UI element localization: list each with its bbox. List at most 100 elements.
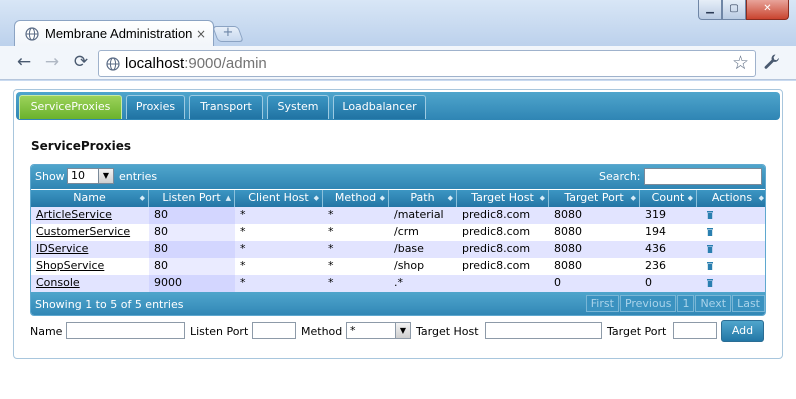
listen-port-cell: 9000: [149, 275, 235, 292]
proxy-name-link[interactable]: ShopService: [36, 259, 104, 272]
chevron-down-icon: ▼: [98, 169, 113, 183]
name-label: Name: [30, 325, 63, 338]
trash-icon[interactable]: [707, 245, 713, 253]
trash-icon[interactable]: [707, 228, 713, 236]
column-header-path[interactable]: Path ◆: [389, 190, 457, 207]
wrench-icon[interactable]: [762, 52, 782, 72]
count-cell: 436: [645, 242, 666, 255]
address-bar[interactable]: localhost:9000/admin ☆: [98, 50, 756, 77]
listen-port-label: Listen Port: [190, 325, 249, 338]
column-header-listen-port[interactable]: Listen Port ▲: [149, 190, 235, 207]
page-title: ServiceProxies: [31, 139, 131, 153]
tab-system[interactable]: System: [267, 95, 329, 119]
reload-icon[interactable]: ⟳: [72, 54, 90, 72]
pagination-next-button[interactable]: Next: [695, 295, 732, 312]
add-button[interactable]: Add: [721, 320, 764, 342]
pagination-previous-button[interactable]: Previous: [619, 295, 677, 312]
target-port-input[interactable]: [673, 322, 717, 339]
column-header-target-host[interactable]: Target Host ◆: [457, 190, 549, 207]
table-info: Showing 1 to 5 of 5 entries: [35, 298, 184, 311]
proxy-name-cell: Console: [31, 275, 149, 292]
minimize-button[interactable]: ▁: [698, 0, 722, 20]
target-host-cell: [457, 275, 549, 292]
target-port-cell: 8080: [554, 225, 582, 238]
globe-icon: [25, 27, 39, 41]
table-row: IDService 80 * * /base predic8.com 8080 …: [31, 241, 765, 258]
method-select-value: *: [350, 324, 356, 337]
sort-icon: ◆: [313, 194, 319, 202]
table-toolbar: Show 10 ▼ entries Search:: [31, 165, 765, 189]
method-cell: *: [328, 259, 334, 272]
listen-port-cell: 80: [149, 207, 235, 224]
tab-transport[interactable]: Transport: [189, 95, 263, 119]
pagination-page-button[interactable]: 1: [677, 295, 695, 312]
sort-icon: ◆: [379, 194, 385, 202]
method-cell: *: [328, 208, 334, 221]
tab-loadbalancer[interactable]: Loadbalancer: [333, 95, 426, 119]
pagination-first-button[interactable]: First: [585, 295, 619, 312]
client-host-cell: *: [240, 208, 246, 221]
target-port-label: Target Port: [607, 325, 667, 338]
maximize-button[interactable]: ▢: [722, 0, 746, 20]
browser-tab[interactable]: Membrane Administration ×: [14, 20, 214, 47]
new-tab-button[interactable]: +: [212, 25, 244, 42]
admin-panel: ServiceProxies Proxies Transport System …: [13, 89, 783, 359]
column-header-method[interactable]: Method ◆: [323, 190, 389, 207]
target-port-cell: 8080: [554, 259, 582, 272]
column-header-target-port[interactable]: Target Port ◆: [549, 190, 640, 207]
listen-port-input[interactable]: [252, 322, 296, 339]
add-proxy-form: Name Listen Port Method * ▼ Target Host …: [14, 320, 784, 342]
proxy-name-link[interactable]: ArticleService: [36, 208, 112, 221]
close-icon[interactable]: ×: [196, 27, 206, 41]
column-header-label: Target Port: [564, 191, 624, 204]
trash-icon[interactable]: [707, 211, 713, 219]
count-cell: 194: [645, 225, 666, 238]
url-host: localhost: [125, 55, 185, 72]
tab-proxies[interactable]: Proxies: [126, 95, 185, 119]
main-nav: ServiceProxies Proxies Transport System …: [16, 92, 780, 120]
name-input[interactable]: [66, 322, 185, 339]
proxy-name-link[interactable]: IDService: [36, 242, 88, 255]
target-host-input[interactable]: [485, 322, 602, 339]
entries-length-select[interactable]: 10 ▼: [67, 168, 114, 184]
column-header-label: Path: [410, 191, 435, 204]
tab-serviceproxies[interactable]: ServiceProxies: [19, 95, 122, 119]
star-icon[interactable]: ☆: [732, 52, 749, 74]
method-cell: *: [328, 276, 334, 289]
table-footer: Showing 1 to 5 of 5 entries First Previo…: [31, 292, 765, 315]
method-select[interactable]: * ▼: [346, 322, 411, 339]
path-cell: /crm: [394, 225, 419, 238]
column-header-name[interactable]: Name ◆: [31, 190, 149, 207]
client-host-cell: *: [240, 242, 246, 255]
column-header-label: Method: [334, 191, 377, 204]
forward-icon[interactable]: →: [43, 54, 61, 72]
column-header-label: Name: [73, 191, 106, 204]
client-host-cell: *: [240, 276, 246, 289]
window-close-button[interactable]: ✕: [746, 0, 789, 20]
window-controls: ▁ ▢ ✕: [698, 0, 789, 20]
pagination-last-button[interactable]: Last: [732, 295, 765, 312]
proxy-name-link[interactable]: CustomerService: [36, 225, 130, 238]
column-header-client-host[interactable]: Client Host ◆: [235, 190, 323, 207]
proxy-name-link[interactable]: Console: [36, 276, 80, 289]
target-host-cell: predic8.com: [462, 208, 531, 221]
count-cell: 236: [645, 259, 666, 272]
trash-icon[interactable]: [707, 279, 713, 287]
search-input[interactable]: [644, 168, 762, 185]
table-row: ArticleService 80 * * /material predic8.…: [31, 207, 765, 224]
column-header-count[interactable]: Count ◆: [640, 190, 697, 207]
url-path: :9000/admin: [184, 55, 267, 72]
method-cell: *: [328, 225, 334, 238]
column-header-actions[interactable]: Actions ◆: [697, 190, 765, 207]
back-icon[interactable]: ←: [15, 54, 33, 72]
column-header-label: Client Host: [248, 191, 309, 204]
sort-asc-icon: ▲: [225, 194, 231, 202]
client-host-cell: *: [240, 259, 246, 272]
sort-icon: ◆: [758, 194, 764, 202]
table-row: Console 9000 * * .* 0 0: [31, 275, 765, 292]
trash-icon[interactable]: [707, 262, 713, 270]
sort-icon: ◆: [447, 194, 453, 202]
sort-icon: ◆: [687, 194, 693, 202]
proxy-name-cell: IDService: [31, 241, 149, 258]
count-cell: 0: [645, 276, 652, 289]
